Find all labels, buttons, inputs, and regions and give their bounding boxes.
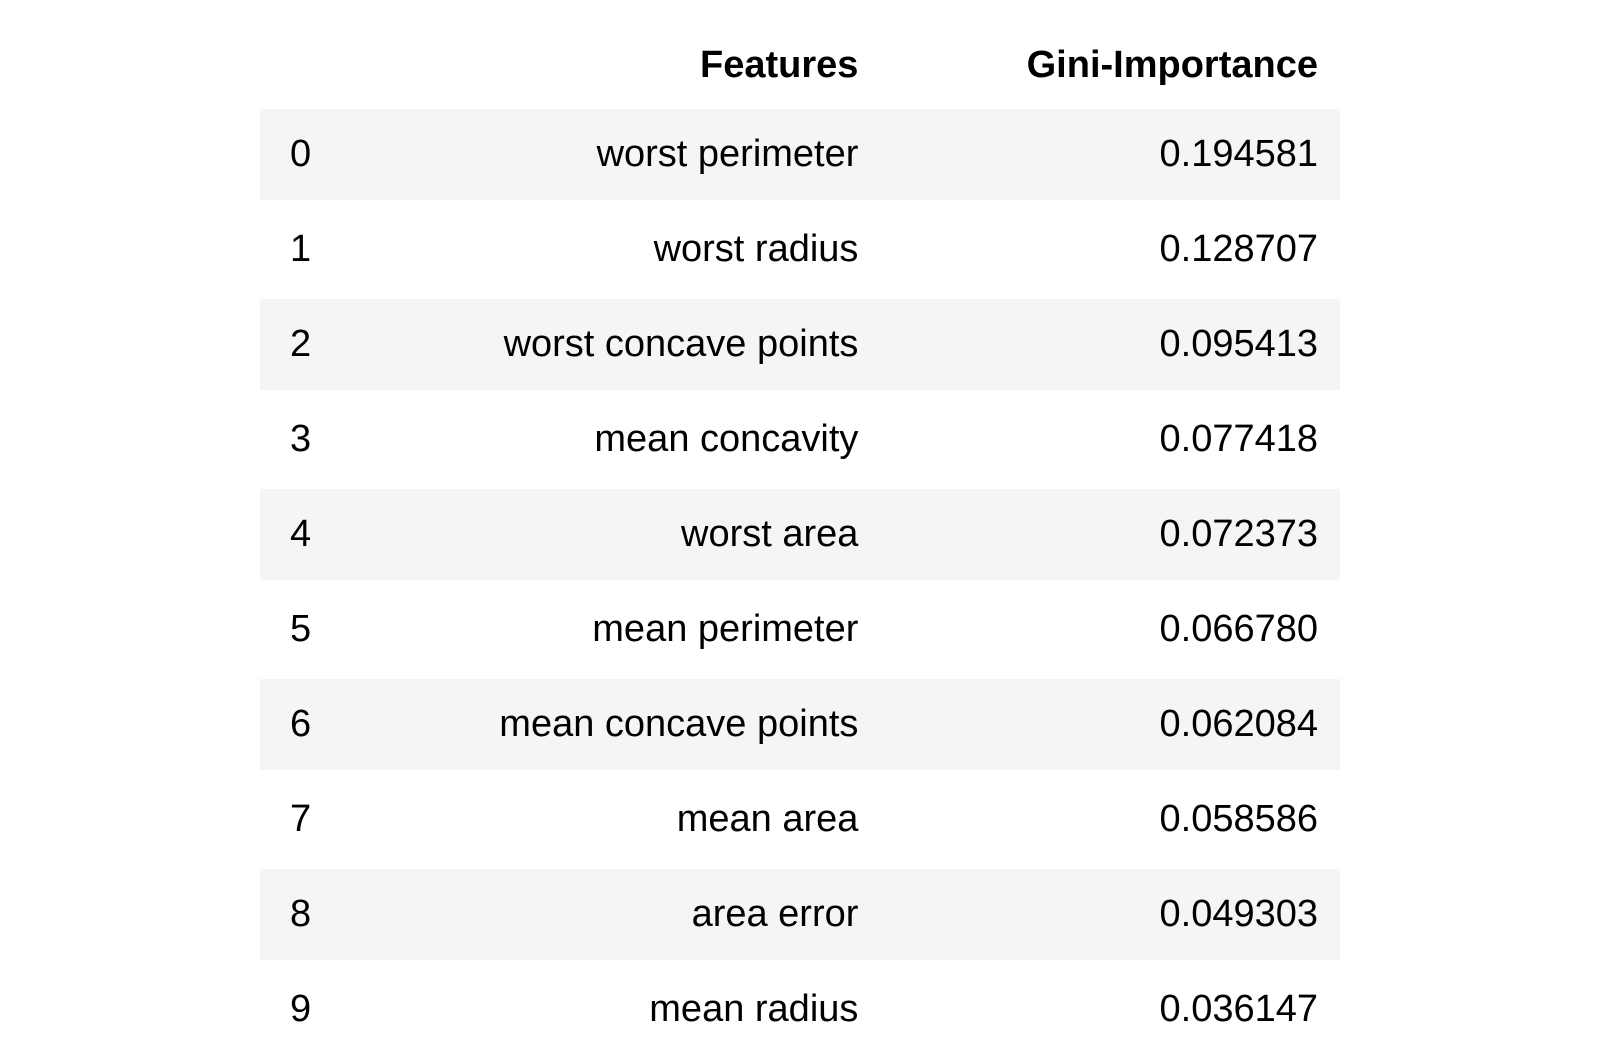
- row-feature-cell: worst concave points: [352, 297, 881, 392]
- row-feature-cell: mean concavity: [352, 392, 881, 487]
- row-feature-cell: worst perimeter: [352, 107, 881, 202]
- row-gini-cell: 0.194581: [880, 107, 1340, 202]
- row-index-cell: 4: [260, 487, 352, 582]
- table-row: 1 worst radius 0.128707: [260, 202, 1340, 297]
- row-gini-cell: 0.036147: [880, 962, 1340, 1057]
- table-row: 2 worst concave points 0.095413: [260, 297, 1340, 392]
- feature-importance-table-container: Features Gini-Importance 0 worst perimet…: [260, 30, 1340, 1059]
- row-index-cell: 0: [260, 107, 352, 202]
- table-row: 8 area error 0.049303: [260, 867, 1340, 962]
- row-feature-cell: mean radius: [352, 962, 881, 1057]
- row-feature-cell: mean concave points: [352, 677, 881, 772]
- row-gini-cell: 0.128707: [880, 202, 1340, 297]
- row-feature-cell: area error: [352, 867, 881, 962]
- row-index-cell: 1: [260, 202, 352, 297]
- table-row: 9 mean radius 0.036147: [260, 962, 1340, 1057]
- table-header-row: Features Gini-Importance: [260, 30, 1340, 107]
- table-row: 7 mean area 0.058586: [260, 772, 1340, 867]
- column-header-index: [260, 30, 352, 107]
- row-gini-cell: 0.058586: [880, 772, 1340, 867]
- table-header: Features Gini-Importance: [260, 30, 1340, 107]
- row-index-cell: 9: [260, 962, 352, 1057]
- row-index-cell: 8: [260, 867, 352, 962]
- row-index-cell: 7: [260, 772, 352, 867]
- row-feature-cell: worst radius: [352, 202, 881, 297]
- table-row: 5 mean perimeter 0.066780: [260, 582, 1340, 677]
- column-header-features: Features: [352, 30, 881, 107]
- row-feature-cell: mean area: [352, 772, 881, 867]
- row-feature-cell: worst area: [352, 487, 881, 582]
- row-index-cell: 5: [260, 582, 352, 677]
- row-gini-cell: 0.049303: [880, 867, 1340, 962]
- table-body: 0 worst perimeter 0.194581 1 worst radiu…: [260, 107, 1340, 1057]
- row-index-cell: 3: [260, 392, 352, 487]
- row-gini-cell: 0.095413: [880, 297, 1340, 392]
- feature-importance-table: Features Gini-Importance 0 worst perimet…: [260, 30, 1340, 1059]
- row-index-cell: 2: [260, 297, 352, 392]
- table-row: 6 mean concave points 0.062084: [260, 677, 1340, 772]
- column-header-gini: Gini-Importance: [880, 30, 1340, 107]
- table-row: 0 worst perimeter 0.194581: [260, 107, 1340, 202]
- row-gini-cell: 0.072373: [880, 487, 1340, 582]
- row-gini-cell: 0.077418: [880, 392, 1340, 487]
- table-row: 3 mean concavity 0.077418: [260, 392, 1340, 487]
- row-gini-cell: 0.066780: [880, 582, 1340, 677]
- row-feature-cell: mean perimeter: [352, 582, 881, 677]
- row-index-cell: 6: [260, 677, 352, 772]
- row-gini-cell: 0.062084: [880, 677, 1340, 772]
- table-row: 4 worst area 0.072373: [260, 487, 1340, 582]
